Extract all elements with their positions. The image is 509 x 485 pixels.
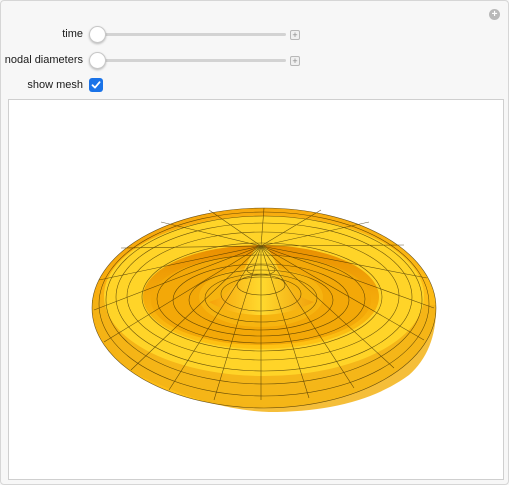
manipulate-panel: + time + nodal diameters + show mesh [0, 0, 509, 485]
time-slider-track [91, 33, 286, 36]
membrane-surface-plot[interactable] [9, 100, 503, 479]
mesh-row: show mesh [1, 75, 301, 95]
show-mesh-label: show mesh [27, 79, 83, 91]
show-mesh-checkbox[interactable] [89, 78, 103, 92]
time-label: time [62, 28, 83, 40]
time-increment-plus-icon[interactable]: + [290, 30, 300, 40]
nodal-diameters-slider[interactable] [89, 50, 286, 70]
nodal-slider-thumb[interactable] [89, 52, 106, 69]
surface-body [92, 208, 437, 412]
time-slider[interactable] [89, 24, 286, 44]
nodal-slider-track [91, 59, 286, 62]
nodal-increment-plus-icon[interactable]: + [290, 56, 300, 66]
time-slider-thumb[interactable] [89, 26, 106, 43]
checkmark-icon [91, 81, 101, 89]
plus-circle-icon[interactable]: + [489, 9, 500, 20]
plot-area[interactable] [8, 99, 504, 480]
nodal-diameters-label: nodal diameters [4, 54, 83, 66]
